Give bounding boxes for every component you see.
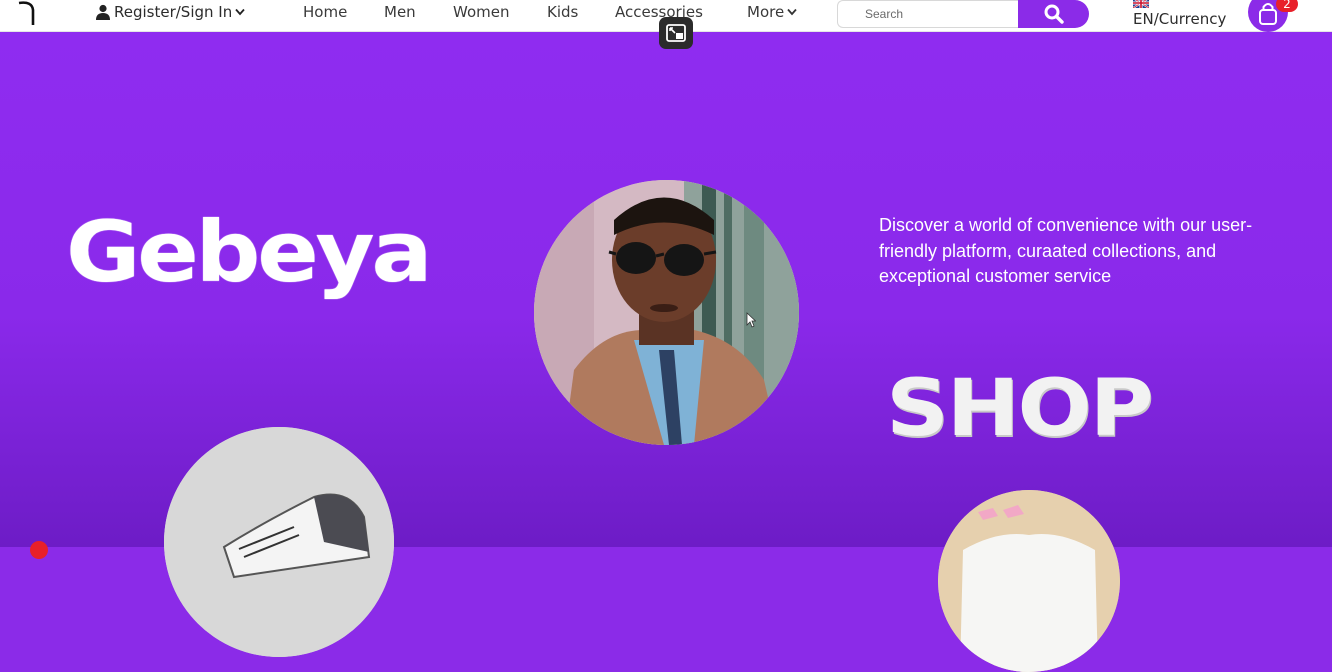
search-icon <box>1044 4 1064 24</box>
shirt-illustration <box>938 490 1120 672</box>
sneaker-illustration <box>164 427 394 657</box>
picture-in-picture-button[interactable] <box>659 17 693 49</box>
logo-icon[interactable] <box>16 0 36 26</box>
nav-item-label: Home <box>303 3 348 21</box>
notification-dot <box>30 541 48 559</box>
currency-label: EN/Currency <box>1133 10 1227 28</box>
model-photo-illustration <box>534 180 799 445</box>
search-input[interactable] <box>837 0 1018 28</box>
search-bar <box>837 0 1089 28</box>
nav-item-home[interactable]: Home <box>303 2 347 22</box>
mouse-cursor-icon <box>746 312 756 328</box>
nav-item-label: Women <box>453 3 510 21</box>
nav-item-label: More <box>747 3 785 21</box>
nav-item-label: Men <box>384 3 416 21</box>
nav-item-kids[interactable]: Kids <box>547 2 578 22</box>
nav-item-label: Kids <box>547 3 579 21</box>
shop-heading[interactable]: SHOP <box>886 370 1154 448</box>
brand-title: Gebeya <box>66 203 433 301</box>
hero-tagline: Discover a world of convenience with our… <box>879 215 1253 286</box>
cart-count-badge: 2 <box>1276 0 1298 12</box>
register-signin-menu[interactable]: Register/Sign In <box>95 2 245 22</box>
sneaker-photo[interactable] <box>164 427 394 657</box>
user-icon <box>96 4 110 20</box>
chevron-down-icon <box>235 8 245 16</box>
shirt-photo[interactable] <box>938 490 1120 672</box>
nav-item-women[interactable]: Women <box>453 2 509 22</box>
model-photo[interactable] <box>534 180 799 445</box>
language-currency-selector[interactable]: EN/Currency <box>1133 0 1233 30</box>
register-label: Register/Sign In <box>114 3 233 21</box>
chevron-down-icon <box>787 8 797 16</box>
uk-flag-icon <box>1133 0 1149 8</box>
nav-item-men[interactable]: Men <box>384 2 416 22</box>
nav-item-more[interactable]: More <box>747 2 797 22</box>
picture-in-picture-icon <box>666 24 686 42</box>
search-button[interactable] <box>1018 0 1089 28</box>
